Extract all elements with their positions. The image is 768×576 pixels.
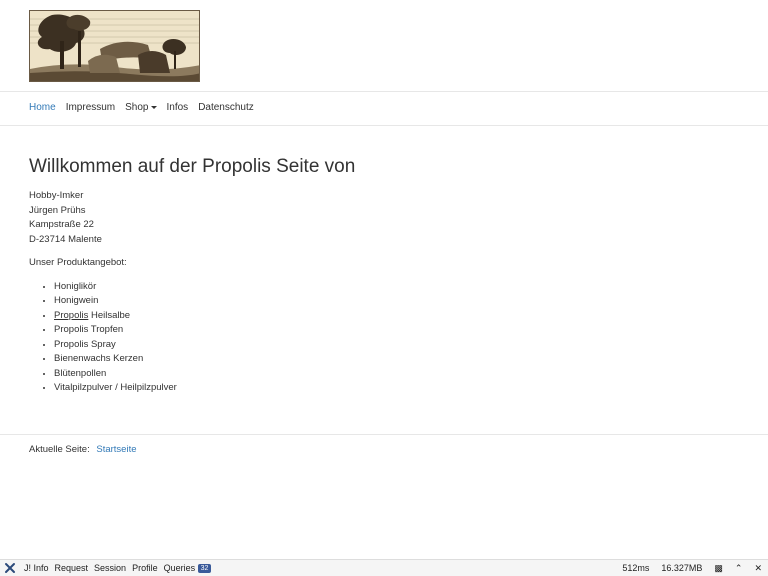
nav-item-shop[interactable]: Shop [125, 102, 157, 114]
product-item: Blütenpollen [54, 367, 739, 382]
debug-memory: 16.327MB [661, 563, 703, 573]
main-content: Willkommen auf der Propolis Seite von Ho… [29, 155, 739, 396]
product-item: Honigwein [54, 294, 739, 309]
address-line: Hobby-Imker [29, 190, 84, 201]
product-item-text: Heilsalbe [90, 309, 131, 321]
nav-item-impressum[interactable]: Impressum [66, 102, 115, 114]
address-line: Jürgen Prühs [29, 204, 86, 216]
nav-menu: Home Impressum Shop Infos Datenschutz [29, 102, 264, 114]
product-item: Vitalpilzpulver / Heilpilzpulver [54, 381, 739, 396]
debug-tab-info[interactable]: J! Info [24, 563, 49, 573]
product-item: Propolis Heilsalbe [54, 309, 739, 324]
main-navbar: Home Impressum Shop Infos Datenschutz [0, 92, 768, 126]
propolis-link[interactable]: Propolis [54, 310, 88, 321]
product-item: Bienenwachs Kerzen [54, 352, 739, 367]
debug-tab-queries-label: Queries [163, 562, 196, 573]
chevron-up-icon[interactable]: ⌃ [735, 563, 743, 574]
debug-time: 512ms [622, 563, 650, 573]
debug-tab-profile[interactable]: Profile [132, 563, 158, 573]
close-icon[interactable]: ✕ [754, 563, 762, 574]
debug-tab-request[interactable]: Request [55, 563, 89, 573]
breadcrumb-label: Aktuelle Seite: [29, 444, 90, 455]
address-block: Hobby-Imker Jürgen Prühs Kampstraße 22 D… [29, 189, 739, 247]
product-item: Propolis Tropfen [54, 323, 739, 338]
debug-tab-queries[interactable]: Queries 32 [163, 562, 212, 574]
site-header [0, 0, 768, 92]
debug-tab-session[interactable]: Session [94, 563, 126, 573]
product-offer-title: Unser Produktangebot: [29, 257, 127, 268]
nav-item-datenschutz[interactable]: Datenschutz [198, 102, 254, 114]
product-item: Propolis Spray [54, 338, 739, 353]
folder-open-icon[interactable]: ▩ [714, 563, 723, 574]
product-list: Honiglikör Honigwein Propolis Heilsalbe … [54, 280, 739, 396]
site-logo[interactable] [29, 10, 200, 82]
breadcrumb: Aktuelle Seite: Startseite [29, 444, 137, 455]
debug-bar: J! Info Request Session Profile Queries … [0, 559, 768, 576]
product-item: Honiglikör [54, 280, 739, 295]
nav-item-shop-label: Shop [125, 102, 149, 113]
address-line: D-23714 Malente [29, 233, 102, 245]
nav-item-home[interactable]: Home [29, 102, 56, 114]
page-title: Willkommen auf der Propolis Seite von [29, 156, 356, 177]
joomla-icon[interactable] [4, 562, 16, 574]
nav-item-infos[interactable]: Infos [167, 102, 189, 114]
dolmen-woodcut-image [30, 11, 199, 81]
breadcrumb-link-startseite[interactable]: Startseite [96, 444, 136, 455]
caret-down-icon [150, 105, 157, 109]
breadcrumb-bar: Aktuelle Seite: Startseite [0, 434, 768, 455]
queries-count-badge: 32 [197, 564, 212, 574]
debug-bar-right: 512ms 16.327MB ▩ ⌃ ✕ [610, 563, 762, 574]
address-line: Kampstraße 22 [29, 219, 94, 230]
